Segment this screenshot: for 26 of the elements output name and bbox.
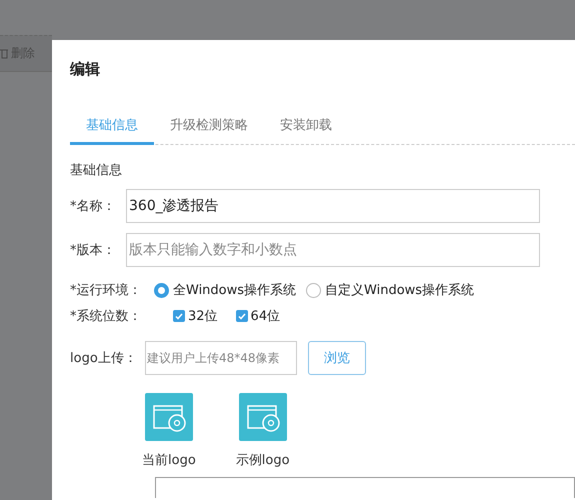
tab[interactable]: 升级检测策略 — [154, 116, 264, 145]
field-label: *名称： — [70, 198, 116, 215]
trash-icon — [0, 48, 8, 59]
checkbox[interactable] — [236, 310, 248, 322]
input-field[interactable]: 360_渗透报告 — [126, 189, 540, 223]
checkbox-label: 32位 — [188, 308, 218, 325]
field-label: *系统位数： — [70, 308, 142, 325]
input-field[interactable]: 版本只能输入数字和小数点 — [126, 233, 540, 267]
dialog-title: 编辑 — [70, 60, 101, 79]
radio-option[interactable]: 自定义Windows操作系统 — [306, 281, 474, 299]
logo-caption: 当前logo — [142, 452, 196, 469]
tab[interactable]: 安装卸载 — [264, 116, 348, 145]
checkbox-label: 64位 — [250, 308, 280, 325]
checkbox[interactable] — [173, 310, 185, 322]
browse-button[interactable]: 浏览 — [308, 341, 366, 375]
logo-caption: 示例logo — [236, 452, 290, 469]
input-field[interactable]: 建议用户上传48*48像素 — [145, 341, 297, 375]
field-label: logo上传： — [70, 350, 138, 367]
radio-option[interactable]: 全Windows操作系统 — [154, 281, 296, 299]
field-label: *版本： — [70, 242, 116, 259]
field-label: *运行环境： — [70, 282, 142, 299]
radio-button[interactable] — [306, 282, 322, 298]
radio-button[interactable] — [154, 282, 169, 298]
section-title: 基础信息 — [70, 162, 123, 179]
tab[interactable]: 基础信息 — [70, 116, 154, 145]
input-field[interactable] — [155, 477, 575, 498]
